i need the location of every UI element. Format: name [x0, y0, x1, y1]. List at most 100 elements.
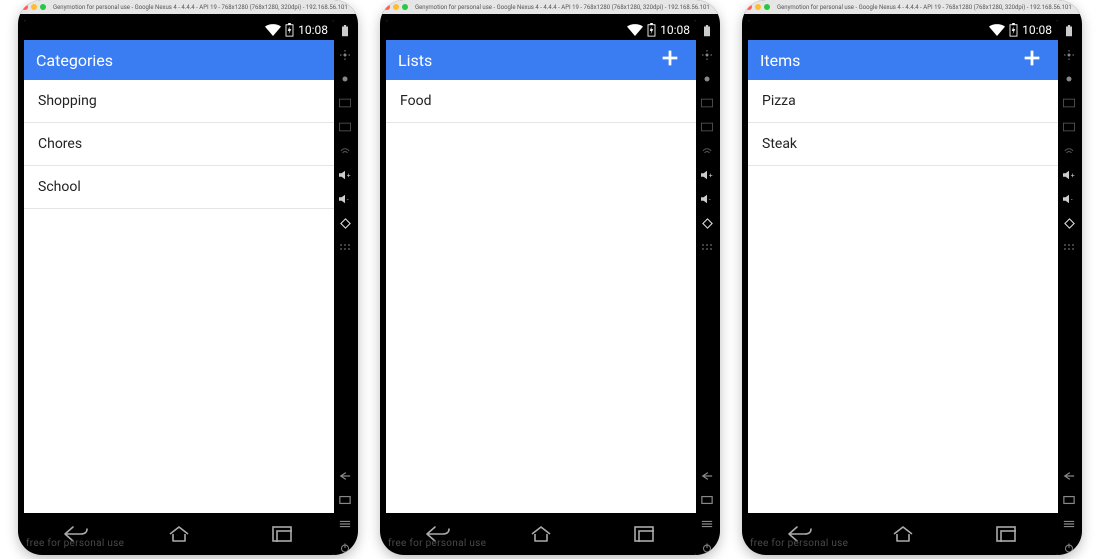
home-button[interactable] [159, 522, 199, 546]
toolbar-recent-icon[interactable] [338, 493, 352, 507]
volume-down-icon[interactable]: - [700, 192, 714, 206]
pixel-grid-icon[interactable] [338, 240, 352, 254]
svg-text:-: - [709, 196, 711, 204]
id-icon[interactable] [1062, 120, 1076, 134]
list-item[interactable]: Shopping [24, 80, 334, 123]
app-bar-title: Items [760, 51, 1018, 70]
id-icon[interactable] [338, 120, 352, 134]
toolbar-menu-icon[interactable] [1062, 517, 1076, 531]
window-chrome: Genymotion for personal use - Google Nex… [18, 0, 358, 14]
camera-icon[interactable] [1062, 72, 1076, 86]
power-icon[interactable] [1062, 541, 1076, 555]
volume-up-icon[interactable]: + [700, 168, 714, 182]
battery-icon[interactable] [700, 24, 714, 38]
volume-up-icon[interactable]: + [338, 168, 352, 182]
list-item[interactable]: School [24, 166, 334, 209]
zoom-window-icon[interactable] [40, 4, 46, 10]
app-bar-title: Lists [398, 51, 656, 70]
volume-down-icon[interactable]: - [338, 192, 352, 206]
add-button[interactable] [1018, 46, 1046, 74]
device-frame: Genymotion for personal use - Google Nex… [18, 0, 358, 555]
home-button[interactable] [521, 522, 561, 546]
gps-icon[interactable] [338, 48, 352, 62]
app-bar: Categories [24, 40, 334, 80]
window-title: Genymotion for personal use - Google Nex… [415, 4, 716, 11]
minimize-window-icon[interactable] [755, 4, 761, 10]
list-view[interactable]: Food [386, 80, 696, 513]
battery-icon[interactable] [338, 24, 352, 38]
volume-up-icon[interactable]: + [1062, 168, 1076, 182]
toolbar-back-icon[interactable] [1062, 469, 1076, 483]
gps-icon[interactable] [700, 48, 714, 62]
app-bar: Lists [386, 40, 696, 80]
network-icon[interactable] [700, 144, 714, 158]
emulator-toolbar: + - [1060, 20, 1078, 555]
camera-icon[interactable] [700, 72, 714, 86]
list-view[interactable]: PizzaSteak [748, 80, 1058, 513]
watermark: free for personal use [26, 538, 124, 549]
add-button[interactable] [656, 46, 684, 74]
svg-text:+: + [347, 172, 351, 180]
status-bar: 10:08 [386, 20, 696, 40]
battery-charging-icon [1009, 23, 1018, 37]
android-screen: 10:08 Categories ShoppingChoresSchool [24, 20, 334, 555]
emulator-toolbar: + - [336, 20, 354, 555]
list-item[interactable]: Pizza [748, 80, 1058, 123]
minimize-window-icon[interactable] [31, 4, 37, 10]
network-icon[interactable] [1062, 144, 1076, 158]
window-chrome: Genymotion for personal use - Google Nex… [380, 0, 720, 14]
list-item[interactable]: Chores [24, 123, 334, 166]
camera-icon[interactable] [338, 72, 352, 86]
toolbar-recent-icon[interactable] [1062, 493, 1076, 507]
pixel-grid-icon[interactable] [1062, 240, 1076, 254]
id-icon[interactable] [700, 120, 714, 134]
toolbar-back-icon[interactable] [700, 469, 714, 483]
rotate-icon[interactable] [338, 216, 352, 230]
recent-button[interactable] [986, 522, 1026, 546]
list-item[interactable]: Steak [748, 123, 1058, 166]
window-title: Genymotion for personal use - Google Nex… [53, 4, 354, 11]
recent-button[interactable] [262, 522, 302, 546]
close-window-icon[interactable] [384, 4, 390, 10]
svg-text:-: - [1071, 196, 1073, 204]
svg-text:+: + [709, 172, 713, 180]
power-icon[interactable] [700, 541, 714, 555]
close-window-icon[interactable] [746, 4, 752, 10]
rotate-icon[interactable] [1062, 216, 1076, 230]
wifi-icon [989, 24, 1005, 36]
status-time: 10:08 [1022, 23, 1052, 37]
android-screen: 10:08 Items PizzaSteak [748, 20, 1058, 555]
close-window-icon[interactable] [22, 4, 28, 10]
pixel-grid-icon[interactable] [700, 240, 714, 254]
capture-icon[interactable] [700, 96, 714, 110]
home-button[interactable] [883, 522, 923, 546]
capture-icon[interactable] [1062, 96, 1076, 110]
list-view[interactable]: ShoppingChoresSchool [24, 80, 334, 513]
gps-icon[interactable] [1062, 48, 1076, 62]
window-chrome: Genymotion for personal use - Google Nex… [742, 0, 1082, 14]
status-time: 10:08 [660, 23, 690, 37]
window-title: Genymotion for personal use - Google Nex… [777, 4, 1078, 11]
power-icon[interactable] [338, 541, 352, 555]
status-bar: 10:08 [748, 20, 1058, 40]
plus-icon [659, 47, 681, 73]
toolbar-menu-icon[interactable] [338, 517, 352, 531]
network-icon[interactable] [338, 144, 352, 158]
recent-button[interactable] [624, 522, 664, 546]
toolbar-menu-icon[interactable] [700, 517, 714, 531]
wifi-icon [265, 24, 281, 36]
list-item[interactable]: Food [386, 80, 696, 123]
zoom-window-icon[interactable] [764, 4, 770, 10]
emulator-toolbar: + - [698, 20, 716, 555]
minimize-window-icon[interactable] [393, 4, 399, 10]
volume-down-icon[interactable]: - [1062, 192, 1076, 206]
watermark: free for personal use [388, 538, 486, 549]
battery-icon[interactable] [1062, 24, 1076, 38]
battery-charging-icon [647, 23, 656, 37]
toolbar-back-icon[interactable] [338, 469, 352, 483]
app-bar-title: Categories [36, 51, 322, 70]
toolbar-recent-icon[interactable] [700, 493, 714, 507]
zoom-window-icon[interactable] [402, 4, 408, 10]
rotate-icon[interactable] [700, 216, 714, 230]
capture-icon[interactable] [338, 96, 352, 110]
